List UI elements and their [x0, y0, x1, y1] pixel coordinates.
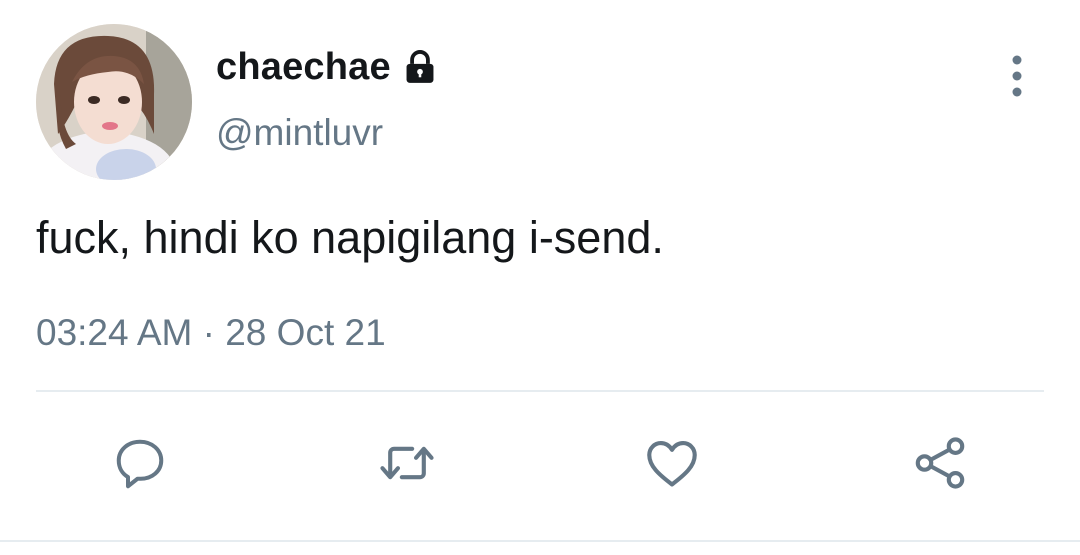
tweet-timestamp: 03:24 AM · 28 Oct 21: [36, 312, 386, 354]
share-icon: [915, 437, 965, 489]
heart-icon: [647, 441, 697, 487]
reply-button[interactable]: [105, 428, 175, 498]
user-handle[interactable]: @mintluvr: [216, 112, 383, 154]
retweet-icon: [380, 446, 434, 480]
share-button[interactable]: [905, 428, 975, 498]
more-options-button[interactable]: [1000, 52, 1034, 100]
display-name-row: chaechae: [216, 44, 439, 90]
divider: [36, 390, 1044, 392]
meta-separator: ·: [202, 312, 215, 353]
display-name[interactable]: chaechae: [216, 46, 391, 89]
avatar-image: [36, 24, 192, 180]
tweet-date: 28 Oct 21: [225, 312, 386, 353]
lock-icon: [406, 50, 434, 83]
reply-icon: [116, 439, 164, 489]
more-vertical-icon: [1012, 55, 1022, 97]
action-bar: [0, 428, 1080, 498]
tweet-text: fuck, hindi ko napigilang i-send.: [36, 212, 664, 263]
bottom-divider: [0, 540, 1080, 542]
retweet-button[interactable]: [372, 428, 442, 498]
tweet-time: 03:24 AM: [36, 312, 193, 353]
avatar[interactable]: [36, 24, 192, 180]
like-button[interactable]: [637, 428, 707, 498]
